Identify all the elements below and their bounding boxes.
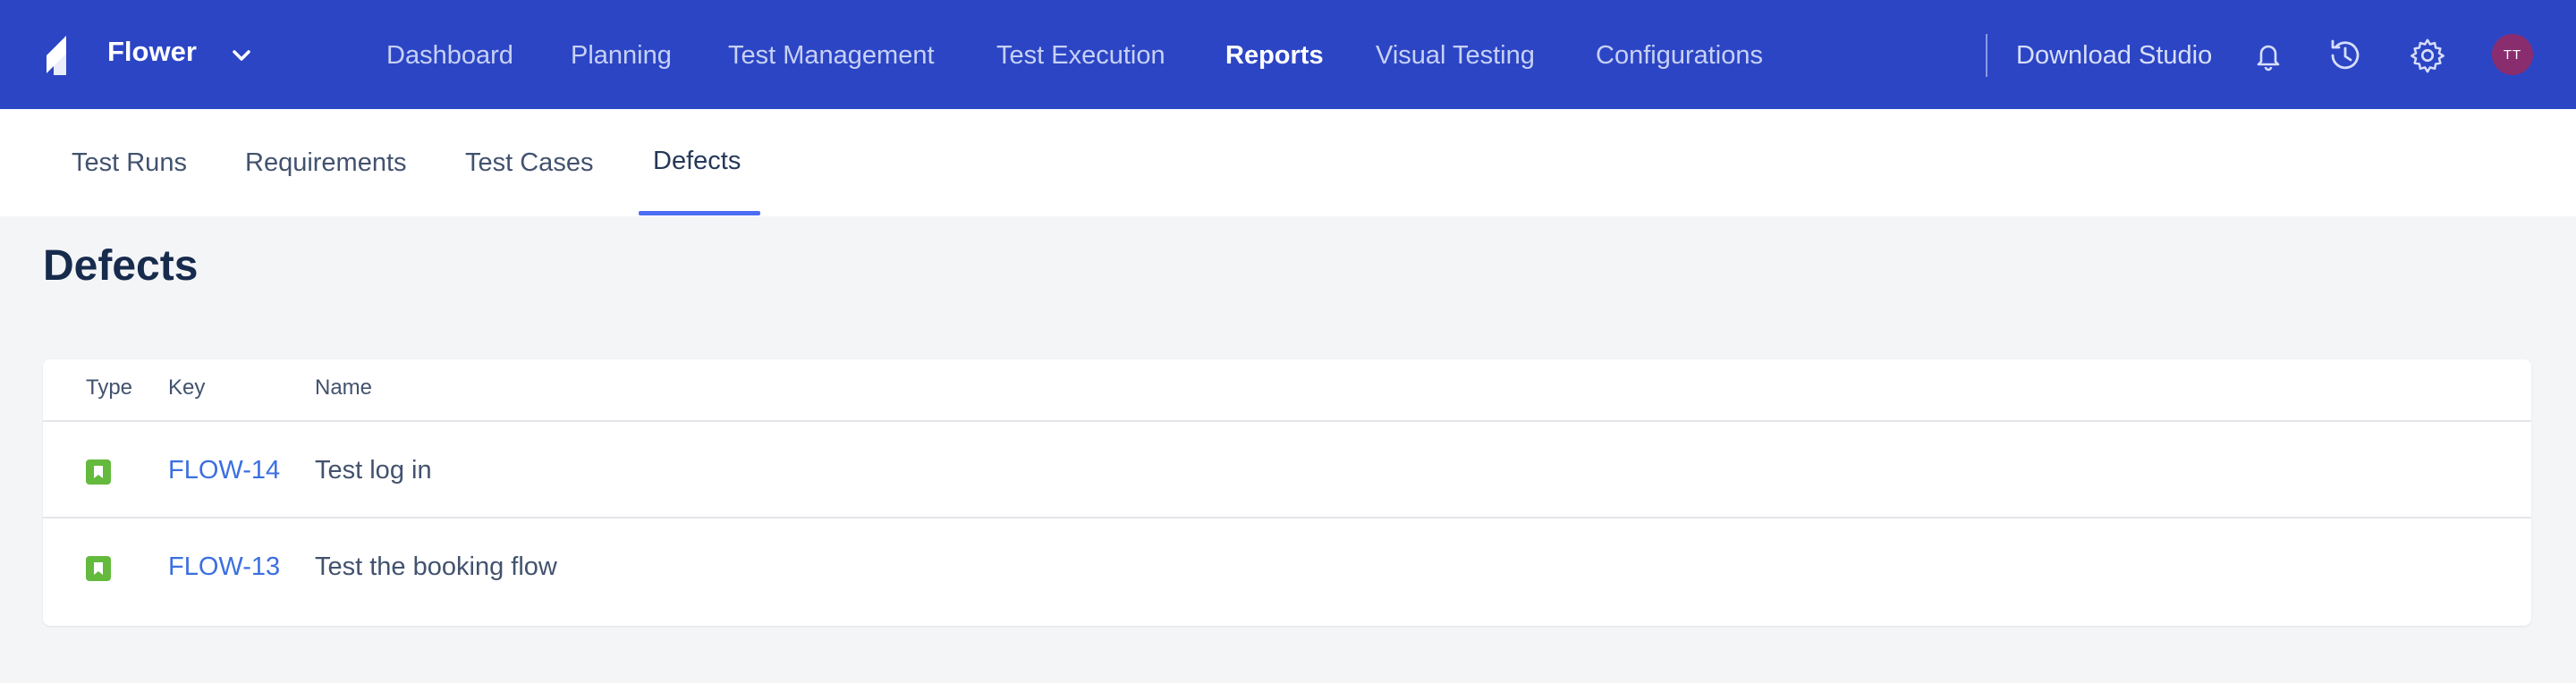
header-divider [1986,34,1987,77]
nav-visual-testing[interactable]: Visual Testing [1376,39,1535,72]
settings-button[interactable] [2408,36,2447,75]
row-divider [43,420,2531,422]
defect-name: Test log in [315,456,432,485]
nav-test-execution[interactable]: Test Execution [996,39,1165,72]
avatar[interactable]: TT [2492,34,2533,75]
defect-name: Test the booking flow [315,552,557,581]
report-tabs: Test Runs Requirements Test Cases Defect… [0,109,2576,216]
brand[interactable]: Flower [39,34,250,77]
column-header-name[interactable]: Name [315,374,372,402]
logo-icon [47,36,66,75]
nav-planning[interactable]: Planning [571,39,672,72]
tab-test-runs[interactable]: Test Runs [72,147,187,179]
defect-key-link[interactable]: FLOW-13 [168,551,280,583]
story-icon [86,460,111,485]
column-header-key[interactable]: Key [168,374,205,402]
tab-defects[interactable]: Defects [653,145,741,177]
defects-table [43,359,2531,626]
history-button[interactable] [2326,36,2365,75]
nav-dashboard[interactable]: Dashboard [386,39,513,72]
download-studio-link[interactable]: Download Studio [2016,39,2212,72]
defect-key-link[interactable]: FLOW-14 [168,454,280,486]
chevron-down-icon[interactable] [229,43,254,68]
bell-icon [2257,45,2280,72]
history-icon [2331,39,2360,70]
page-title: Defects [43,242,199,290]
top-header: Flower Dashboard Planning Test Managemen… [0,0,2576,109]
tab-test-cases[interactable]: Test Cases [465,147,593,179]
row-divider [43,517,2531,519]
column-header-type[interactable]: Type [86,374,132,402]
nav-reports[interactable]: Reports [1225,39,1324,72]
story-icon [86,556,111,581]
tab-requirements[interactable]: Requirements [245,147,407,179]
app-name: Flower [107,36,197,67]
nav-test-management[interactable]: Test Management [728,39,935,72]
active-tab-indicator [639,211,760,215]
notifications-button[interactable] [2249,36,2288,75]
gear-icon [2411,38,2445,73]
nav-configurations[interactable]: Configurations [1596,39,1763,72]
